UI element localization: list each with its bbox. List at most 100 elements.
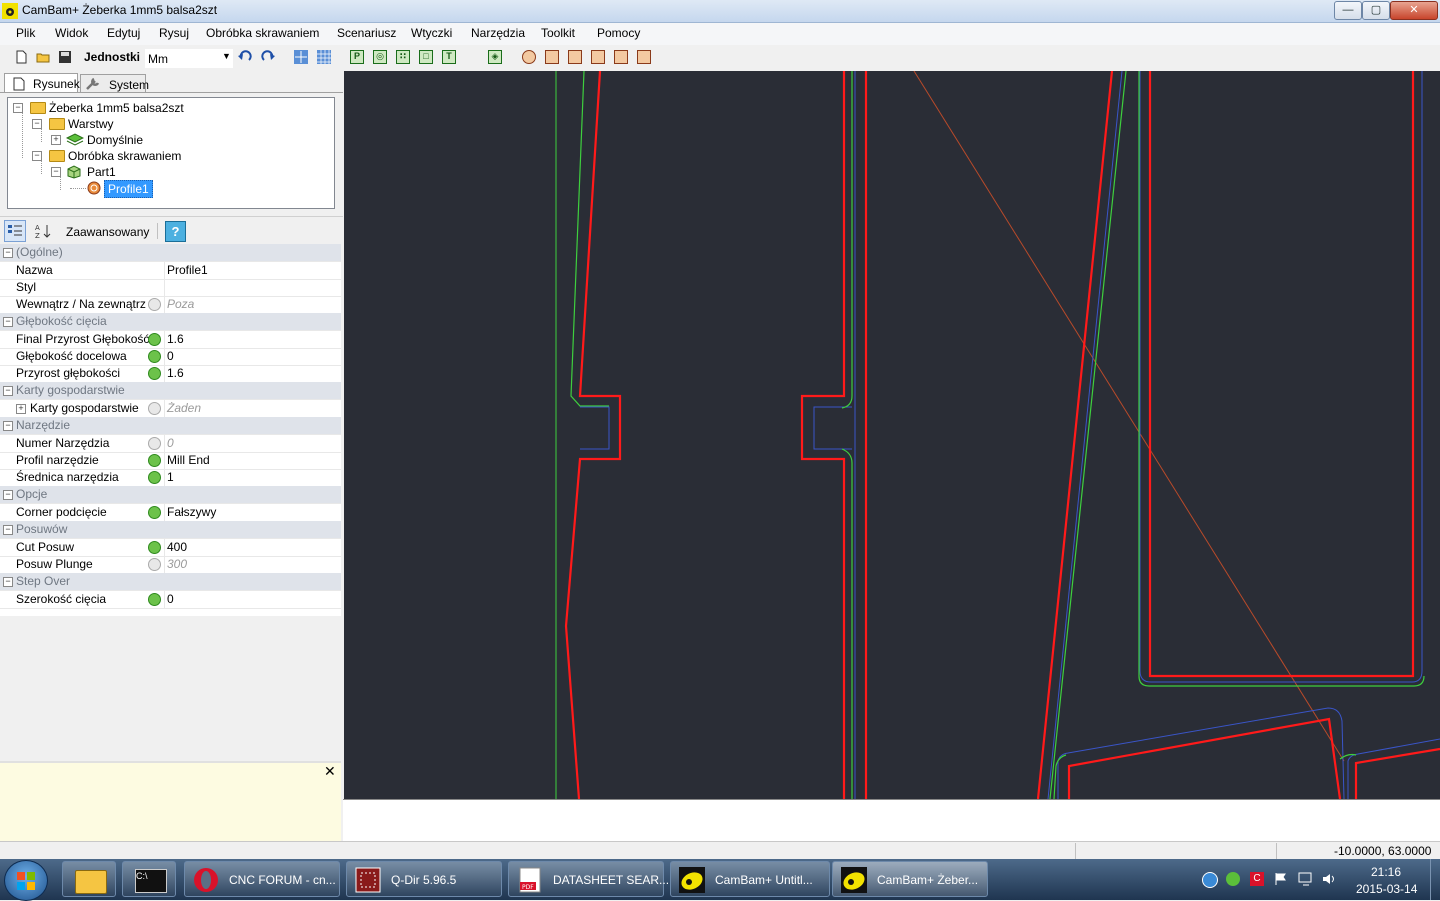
undo-icon[interactable] bbox=[238, 50, 252, 64]
toolpath-bottom[interactable] bbox=[1067, 717, 1342, 799]
expand-icon[interactable]: + bbox=[51, 135, 61, 145]
editable-value-icon[interactable] bbox=[148, 333, 161, 346]
expand-icon[interactable]: + bbox=[16, 404, 26, 414]
property-value[interactable]: 1.6 bbox=[167, 365, 337, 382]
inherited-value-icon[interactable] bbox=[148, 402, 161, 415]
property-value[interactable]: Profile1 bbox=[167, 262, 337, 279]
property-value[interactable]: 0 bbox=[167, 348, 337, 365]
property-value[interactable]: Poza bbox=[167, 296, 337, 313]
part-op-icon[interactable]: ◈ bbox=[488, 50, 502, 64]
collapse-icon[interactable]: − bbox=[3, 317, 13, 327]
gcode-part-icon[interactable] bbox=[545, 50, 559, 64]
menu-edytuj[interactable]: Edytuj bbox=[107, 26, 140, 40]
clock-time[interactable]: 21:16 bbox=[1371, 865, 1401, 879]
property-row[interactable]: Nazwa Profile1 bbox=[0, 262, 341, 280]
editable-value-icon[interactable] bbox=[148, 541, 161, 554]
task-datasheet[interactable]: PDF DATASHEET SEAR... bbox=[508, 861, 669, 897]
tree-part[interactable]: − Part1 bbox=[8, 164, 328, 180]
grid-icon[interactable] bbox=[317, 50, 331, 64]
property-category[interactable]: − Posuwów bbox=[0, 521, 341, 539]
property-row[interactable]: Posuw Plunge 300 bbox=[0, 556, 341, 574]
flag-tray-icon[interactable] bbox=[1274, 872, 1288, 886]
collapse-icon[interactable]: − bbox=[3, 248, 13, 258]
new-file-icon[interactable] bbox=[14, 50, 28, 64]
property-category[interactable]: − Opcje bbox=[0, 486, 341, 504]
menu-widok[interactable]: Widok bbox=[55, 26, 88, 40]
gcode-edit-icon[interactable] bbox=[614, 50, 628, 64]
drill-op-icon[interactable]: ∷ bbox=[396, 50, 410, 64]
property-row[interactable]: Przyrost głębokości 1.6 bbox=[0, 365, 341, 383]
editable-value-icon[interactable] bbox=[148, 367, 161, 380]
editable-value-icon[interactable] bbox=[148, 350, 161, 363]
tab-system[interactable]: System bbox=[80, 74, 149, 93]
engrave-op-icon[interactable]: □ bbox=[419, 50, 433, 64]
sort-alpha-icon[interactable]: AZ bbox=[35, 223, 53, 239]
inherited-value-icon[interactable] bbox=[148, 558, 161, 571]
close-button[interactable]: ✕ bbox=[1390, 1, 1438, 20]
toolpath-slanted[interactable] bbox=[1036, 71, 1114, 799]
task-cambam-zeberka[interactable]: CamBam+ Żeber... bbox=[832, 861, 988, 897]
toolpath-bottom-right[interactable] bbox=[1354, 747, 1440, 799]
message-console[interactable] bbox=[343, 799, 1440, 841]
property-row[interactable]: Numer Narzędzia 0 bbox=[0, 435, 341, 453]
redo-icon[interactable] bbox=[261, 50, 275, 64]
inherited-value-icon[interactable] bbox=[148, 298, 161, 311]
save-icon[interactable] bbox=[58, 50, 72, 64]
gcode-file-icon[interactable] bbox=[591, 50, 605, 64]
tree-root[interactable]: − Żeberka 1mm5 balsa2szt bbox=[8, 100, 328, 116]
clock-date[interactable]: 2015-03-14 bbox=[1356, 882, 1417, 896]
property-value[interactable]: 0 bbox=[167, 435, 337, 452]
property-value[interactable]: Żaden bbox=[167, 400, 337, 417]
tree-profile[interactable]: Profile1 bbox=[8, 180, 328, 198]
canvas-drawing[interactable] bbox=[344, 71, 1440, 799]
property-value[interactable]: 400 bbox=[167, 539, 337, 556]
editable-value-icon[interactable] bbox=[148, 506, 161, 519]
snap-icon[interactable] bbox=[294, 50, 308, 64]
tree-layer-default[interactable]: + Domyślnie bbox=[8, 132, 328, 148]
property-value[interactable]: 0 bbox=[167, 591, 337, 608]
advanced-button[interactable]: Zaawansowany bbox=[66, 225, 149, 239]
network-tray-icon[interactable] bbox=[1202, 872, 1218, 888]
collapse-icon[interactable]: − bbox=[3, 490, 13, 500]
collapse-icon[interactable]: − bbox=[32, 151, 42, 161]
menu-obrobka[interactable]: Obróbka skrawaniem bbox=[206, 26, 319, 40]
gcode-ops-icon[interactable] bbox=[568, 50, 582, 64]
collapse-icon[interactable]: − bbox=[13, 103, 23, 113]
task-qdir[interactable]: Q-Dir 5.96.5 bbox=[346, 861, 502, 897]
collapse-icon[interactable]: − bbox=[3, 577, 13, 587]
property-row[interactable]: + Karty gospodarstwie Żaden bbox=[0, 400, 341, 418]
collapse-icon[interactable]: − bbox=[51, 167, 61, 177]
property-row[interactable]: Wewnątrz / Na zewnątrz Poza bbox=[0, 296, 341, 314]
minimize-button[interactable]: — bbox=[1334, 1, 1362, 20]
tree-machining[interactable]: − Obróbka skrawaniem bbox=[8, 148, 328, 164]
categorized-button[interactable] bbox=[4, 220, 26, 242]
property-row[interactable]: Średnica narzędzia 1 bbox=[0, 469, 341, 487]
start-button[interactable] bbox=[4, 860, 48, 901]
property-row[interactable]: Profil narzędzie Mill End bbox=[0, 452, 341, 470]
property-category[interactable]: − Narzędzie bbox=[0, 417, 341, 435]
menu-narzedzia[interactable]: Narzędzia bbox=[471, 26, 525, 40]
property-value[interactable]: 1 bbox=[167, 469, 337, 486]
pocket-op-icon[interactable]: ◎ bbox=[373, 50, 387, 64]
gcode-view-icon[interactable] bbox=[637, 50, 651, 64]
property-row[interactable]: Final Przyrost Głębokość 1.6 bbox=[0, 331, 341, 349]
property-category[interactable]: − (Ogólne) bbox=[0, 244, 341, 262]
property-category[interactable]: − Step Over bbox=[0, 573, 341, 591]
toolpath-middle[interactable] bbox=[800, 71, 846, 799]
property-row[interactable]: Corner podcięcie Fałszywy bbox=[0, 504, 341, 522]
menu-wtyczki[interactable]: Wtyczki bbox=[411, 26, 452, 40]
update-tray-icon[interactable] bbox=[1226, 872, 1240, 886]
tab-rysunek[interactable]: Rysunek bbox=[4, 73, 80, 93]
drawing-canvas[interactable] bbox=[344, 71, 1440, 799]
menu-pomocy[interactable]: Pomocy bbox=[597, 26, 640, 40]
menu-toolkit[interactable]: Toolkit bbox=[541, 26, 575, 40]
help-button[interactable]: ? bbox=[165, 221, 186, 242]
editable-value-icon[interactable] bbox=[148, 454, 161, 467]
property-value[interactable]: 1.6 bbox=[167, 331, 337, 348]
task-cmd[interactable]: C:\ bbox=[122, 861, 176, 897]
gcode-icon[interactable] bbox=[522, 50, 536, 64]
property-row[interactable]: Cut Posuw 400 bbox=[0, 539, 341, 557]
profile-op-icon[interactable]: P bbox=[350, 50, 364, 64]
task-cambam-untitled[interactable]: CamBam+ Untitl... bbox=[670, 861, 830, 897]
collapse-icon[interactable]: − bbox=[3, 421, 13, 431]
